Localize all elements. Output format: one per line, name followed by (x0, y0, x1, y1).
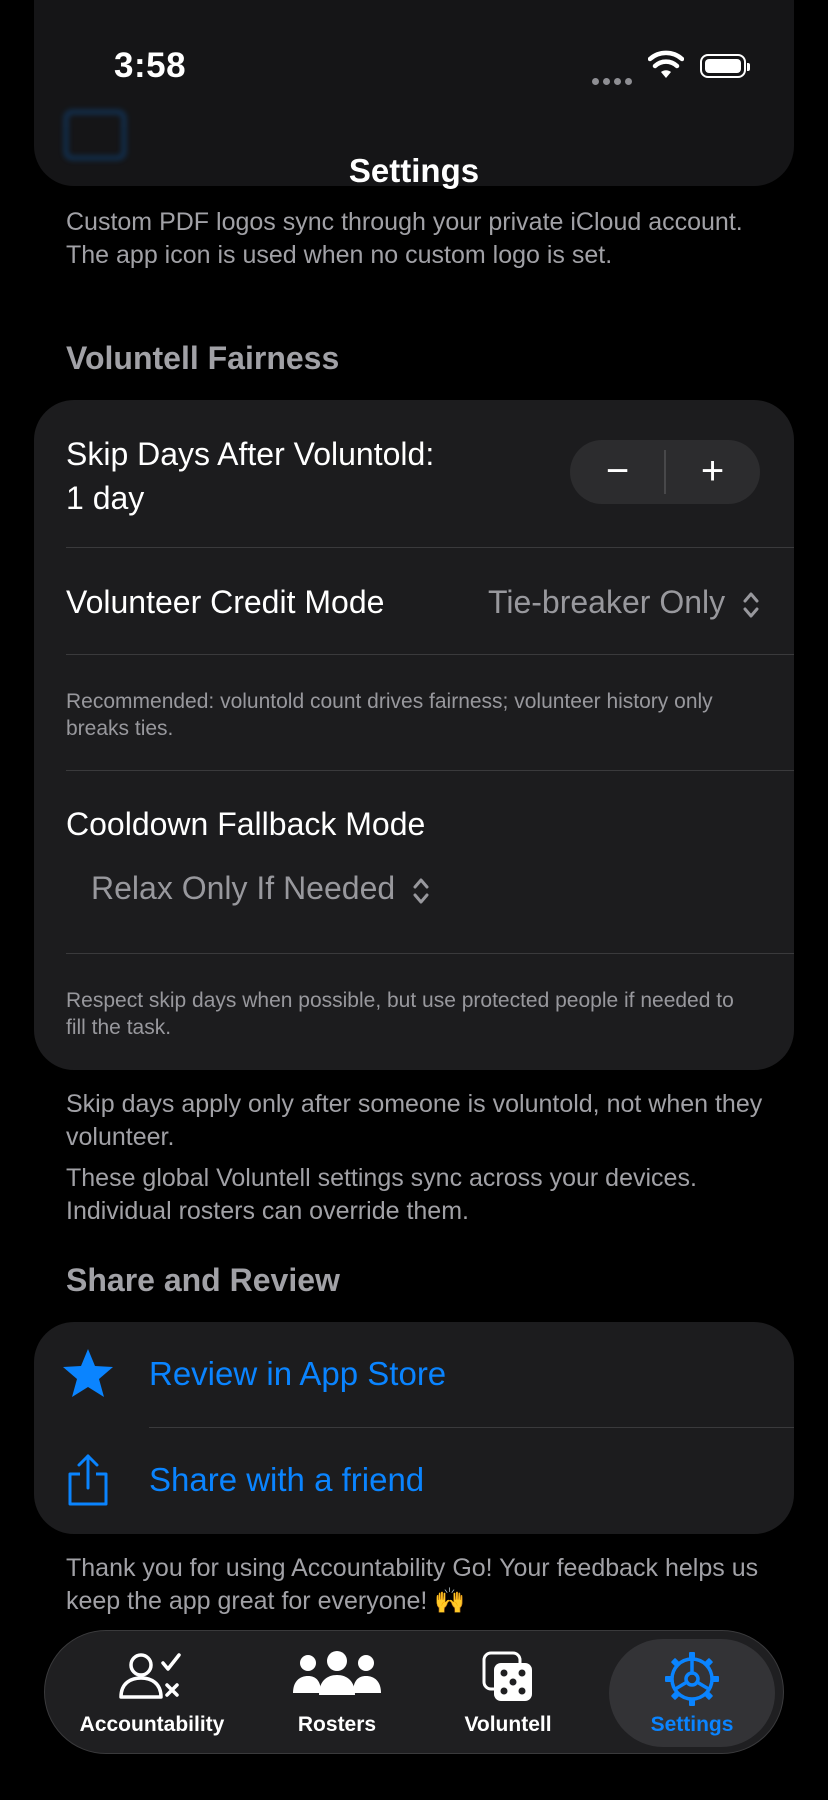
chevron-up-down-icon (413, 878, 429, 904)
gear-icon (665, 1652, 719, 1706)
review-app-store-row[interactable]: Review in App Store (34, 1322, 794, 1428)
tab-rosters[interactable]: Rosters (267, 1631, 407, 1755)
credit-mode-note: Recommended: voluntold count drives fair… (66, 690, 713, 740)
share-with-friend-row[interactable]: Share with a friend (34, 1428, 794, 1534)
credit-mode-label: Volunteer Credit Mode (66, 584, 385, 620)
tab-settings[interactable]: Settings (609, 1639, 775, 1747)
tab-voluntell[interactable]: Voluntell (439, 1631, 577, 1755)
tab-label: Voluntell (464, 1713, 552, 1736)
divider (66, 770, 794, 771)
tab-bar: Accountability Rosters Voluntell Setting… (44, 1630, 784, 1754)
cooldown-value: Relax Only If Needed (91, 870, 396, 906)
skip-days-stepper[interactable]: − + (570, 440, 760, 504)
share-icon (68, 1454, 108, 1506)
skip-days-label: Skip Days After Voluntold: 1 day (66, 432, 434, 520)
cooldown-picker[interactable]: Relax Only If Needed (91, 870, 430, 907)
cooldown-label: Cooldown Fallback Mode (66, 806, 426, 842)
divider (66, 953, 794, 954)
tab-label: Rosters (297, 1713, 377, 1736)
status-bar: 3:58 (0, 0, 828, 120)
credit-mode-picker[interactable]: Tie-breaker Only (488, 584, 760, 621)
stepper-increment-button[interactable]: + (665, 440, 760, 504)
chevron-up-down-icon (743, 592, 759, 618)
credit-mode-value: Tie-breaker Only (488, 584, 726, 620)
person-check-icon (119, 1653, 181, 1699)
cooldown-note: Respect skip days when possible, but use… (66, 989, 734, 1039)
section-header-fairness: Voluntell Fairness (66, 340, 340, 376)
signal-dots-icon (592, 72, 636, 90)
status-time: 3:58 (114, 46, 187, 85)
skip-days-title: Skip Days After Voluntold: (66, 436, 435, 472)
wifi-icon (648, 50, 684, 78)
skip-days-value: 1 day (66, 480, 145, 516)
share-with-friend-label: Share with a friend (149, 1461, 425, 1498)
dice-icon (482, 1651, 532, 1701)
star-icon (63, 1349, 113, 1397)
divider (66, 654, 794, 655)
fairness-card: Skip Days After Voluntold: 1 day − + Vol… (34, 400, 794, 1070)
review-app-store-label: Review in App Store (149, 1355, 447, 1392)
tab-label: Settings (650, 1713, 734, 1736)
page-title: Settings (348, 152, 480, 189)
stepper-decrement-button[interactable]: − (570, 440, 665, 504)
share-card: Review in App Store Share with a friend (34, 1322, 794, 1534)
tab-label: Accountability (79, 1713, 225, 1736)
divider (66, 547, 794, 548)
section-header-share: Share and Review (66, 1262, 340, 1298)
battery-icon (700, 54, 750, 78)
logo-section-footer: Custom PDF logos sync through your priva… (66, 208, 743, 269)
share-footer: Thank you for using Accountability Go! Y… (66, 1554, 759, 1615)
fairness-footer-2: These global Voluntell settings sync acr… (66, 1164, 697, 1225)
tab-accountability[interactable]: Accountability (65, 1631, 239, 1755)
people-icon (293, 1651, 381, 1695)
fairness-footer-1: Skip days apply only after someone is vo… (66, 1090, 763, 1151)
